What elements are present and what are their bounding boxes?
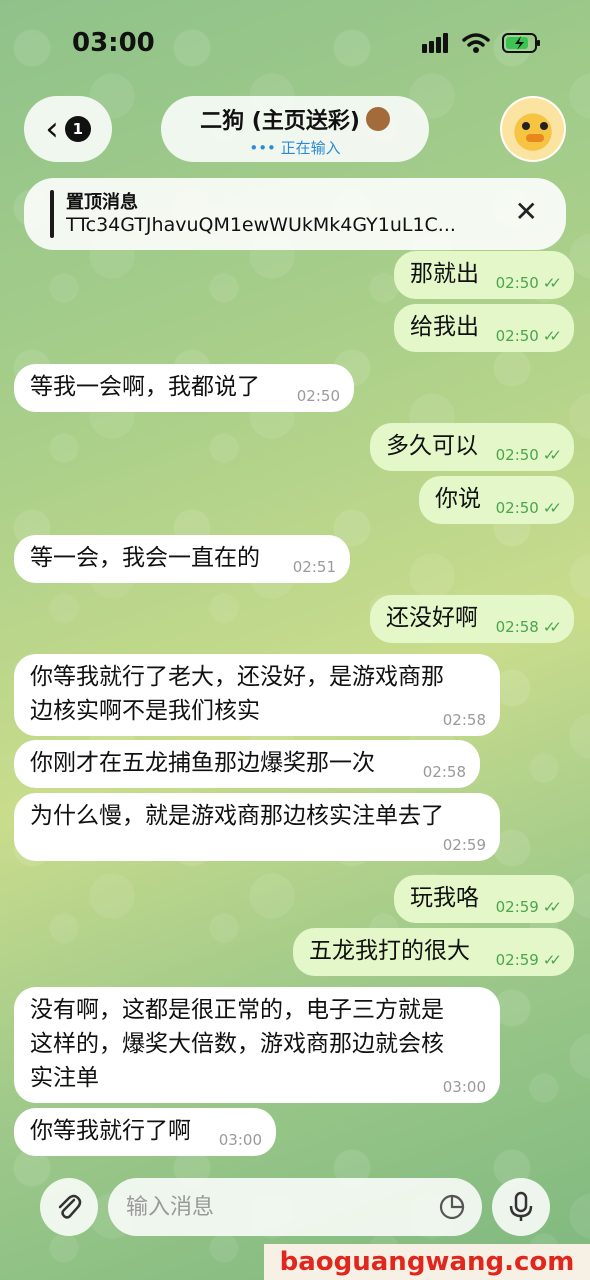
message-text: 等一会，我会一直在的 — [30, 545, 260, 571]
chat-header[interactable]: 二狗 (主页送彩) ••• 正在输入 — [161, 96, 429, 162]
poop-emoji-icon — [365, 107, 390, 131]
watermark: baoguangwang.com — [264, 1244, 590, 1280]
message-line: 为什么慢，就是游戏商那边核实注单去了 — [30, 803, 444, 829]
battery-charging-icon — [502, 33, 540, 53]
message-time: 02:50 — [495, 446, 539, 464]
message-text: 等我一会啊，我都说了 — [30, 374, 260, 400]
message-meta: 03:00 — [443, 1080, 486, 1095]
message-line: 没有啊，这都是很正常的，电子三方就是 — [30, 997, 444, 1023]
message-line: 边核实啊不是我们核实 — [30, 698, 260, 724]
message-meta: 02:58 ✓✓ — [495, 618, 562, 636]
message-time: 02:58 — [422, 763, 466, 781]
message-text: 多久可以 — [386, 433, 478, 459]
pinned-text: TTc34GTJhavuQM1ewWUkMk4GY1uL1C... — [66, 214, 456, 236]
message-outgoing[interactable]: 那就出 02:50 ✓✓ — [394, 251, 574, 299]
avatar-beak — [526, 134, 544, 142]
message-time: 02:59 — [495, 898, 539, 916]
message-meta: 02:50 — [297, 389, 340, 404]
message-outgoing[interactable]: 给我出 02:50 ✓✓ — [394, 304, 574, 352]
double-check-icon: ✓✓ — [542, 618, 562, 636]
message-time: 03:00 — [442, 1078, 486, 1096]
message-time: 02:58 — [495, 618, 539, 636]
avatar-eye-right — [540, 122, 548, 130]
message-incoming[interactable]: 为什么慢，就是游戏商那边核实注单去了 02:59 — [14, 793, 500, 861]
paperclip-icon — [58, 1194, 82, 1219]
message-input[interactable] — [126, 1194, 426, 1220]
message-time: 03:00 — [218, 1131, 262, 1149]
typing-status: ••• 正在输入 — [249, 139, 341, 157]
message-outgoing[interactable]: 五龙我打的很大 02:59 ✓✓ — [293, 928, 574, 976]
message-text: 玩我咯 — [410, 885, 479, 911]
double-check-icon: ✓✓ — [542, 499, 562, 517]
message-meta: 02:58 — [423, 765, 466, 780]
message-meta: 02:50 ✓✓ — [495, 499, 562, 517]
double-check-icon: ✓✓ — [542, 327, 562, 345]
double-check-icon: ✓✓ — [542, 951, 562, 969]
message-meta: 02:50 ✓✓ — [495, 327, 562, 345]
message-meta: 02:50 ✓✓ — [495, 274, 562, 292]
message-meta: 02:58 — [443, 713, 486, 728]
double-check-icon: ✓✓ — [542, 446, 562, 464]
message-meta: 02:59 ✓✓ — [495, 898, 562, 916]
chat-title: 二狗 (主页送彩) — [200, 109, 360, 134]
status-bar: 03:00 — [0, 0, 590, 90]
pinned-indicator — [50, 190, 54, 238]
message-meta: 02:59 ✓✓ — [495, 951, 562, 969]
message-time: 02:51 — [292, 558, 336, 576]
message-incoming[interactable]: 你等我就行了啊 03:00 — [14, 1108, 276, 1156]
pinned-message[interactable]: 置顶消息 TTc34GTJhavuQM1ewWUkMk4GY1uL1C... ✕ — [24, 178, 566, 250]
double-check-icon: ✓✓ — [542, 898, 562, 916]
message-incoming[interactable]: 等一会，我会一直在的 02:51 — [14, 535, 350, 583]
message-time: 02:50 — [495, 499, 539, 517]
message-time: 02:50 — [495, 274, 539, 292]
wifi-icon — [462, 33, 490, 53]
close-icon[interactable]: ✕ — [515, 198, 538, 226]
pinned-title: 置顶消息 — [66, 192, 138, 213]
message-text: 你说 — [435, 486, 481, 512]
message-text: 五龙我打的很大 — [309, 938, 470, 964]
message-text: 那就出 — [410, 261, 479, 287]
message-input-container[interactable] — [108, 1178, 482, 1236]
message-meta: 02:50 ✓✓ — [495, 446, 562, 464]
chevron-left-icon: ‹ — [45, 109, 59, 149]
status-time: 03:00 — [72, 28, 155, 58]
sticker-icon[interactable] — [438, 1193, 466, 1221]
message-meta: 03:00 — [219, 1133, 262, 1148]
status-icons — [422, 32, 542, 54]
double-check-icon: ✓✓ — [542, 274, 562, 292]
message-line: 实注单 — [30, 1065, 99, 1091]
attach-button[interactable] — [40, 1178, 98, 1236]
message-meta: 02:51 — [293, 560, 336, 575]
message-time: 02:59 — [442, 836, 486, 854]
message-outgoing[interactable]: 还没好啊 02:58 ✓✓ — [370, 595, 574, 643]
message-text: 还没好啊 — [386, 605, 478, 631]
message-outgoing[interactable]: 你说 02:50 ✓✓ — [419, 476, 574, 524]
signal-icon — [422, 33, 448, 53]
avatar[interactable] — [500, 96, 566, 162]
message-incoming[interactable]: 你刚才在五龙捕鱼那边爆奖那一次 02:58 — [14, 740, 480, 788]
message-time: 02:50 — [495, 327, 539, 345]
microphone-button[interactable] — [492, 1178, 550, 1236]
chat-title-row: 二狗 (主页送彩) — [200, 103, 390, 135]
back-button[interactable]: ‹ 1 — [24, 96, 112, 162]
message-time: 02:50 — [296, 387, 340, 405]
message-incoming[interactable]: 等我一会啊，我都说了 02:50 — [14, 364, 354, 412]
message-outgoing[interactable]: 多久可以 02:50 ✓✓ — [370, 423, 574, 471]
message-meta: 02:59 — [443, 838, 486, 853]
message-text: 给我出 — [410, 314, 479, 340]
message-text: 你刚才在五龙捕鱼那边爆奖那一次 — [30, 750, 375, 776]
message-time: 02:58 — [442, 711, 486, 729]
message-incoming[interactable]: 你等我就行了老大，还没好，是游戏商那 边核实啊不是我们核实 02:58 — [14, 654, 500, 736]
message-text: 你等我就行了啊 — [30, 1118, 191, 1144]
message-line: 这样的，爆奖大倍数，游戏商那边就会核 — [30, 1031, 444, 1057]
unread-badge: 1 — [64, 116, 91, 142]
microphone-icon — [509, 1191, 533, 1221]
message-line: 你等我就行了老大，还没好，是游戏商那 — [30, 664, 444, 690]
message-incoming[interactable]: 没有啊，这都是很正常的，电子三方就是 这样的，爆奖大倍数，游戏商那边就会核 实注… — [14, 987, 500, 1103]
avatar-eye-left — [522, 122, 530, 130]
message-time: 02:59 — [495, 951, 539, 969]
message-outgoing[interactable]: 玩我咯 02:59 ✓✓ — [394, 875, 574, 923]
